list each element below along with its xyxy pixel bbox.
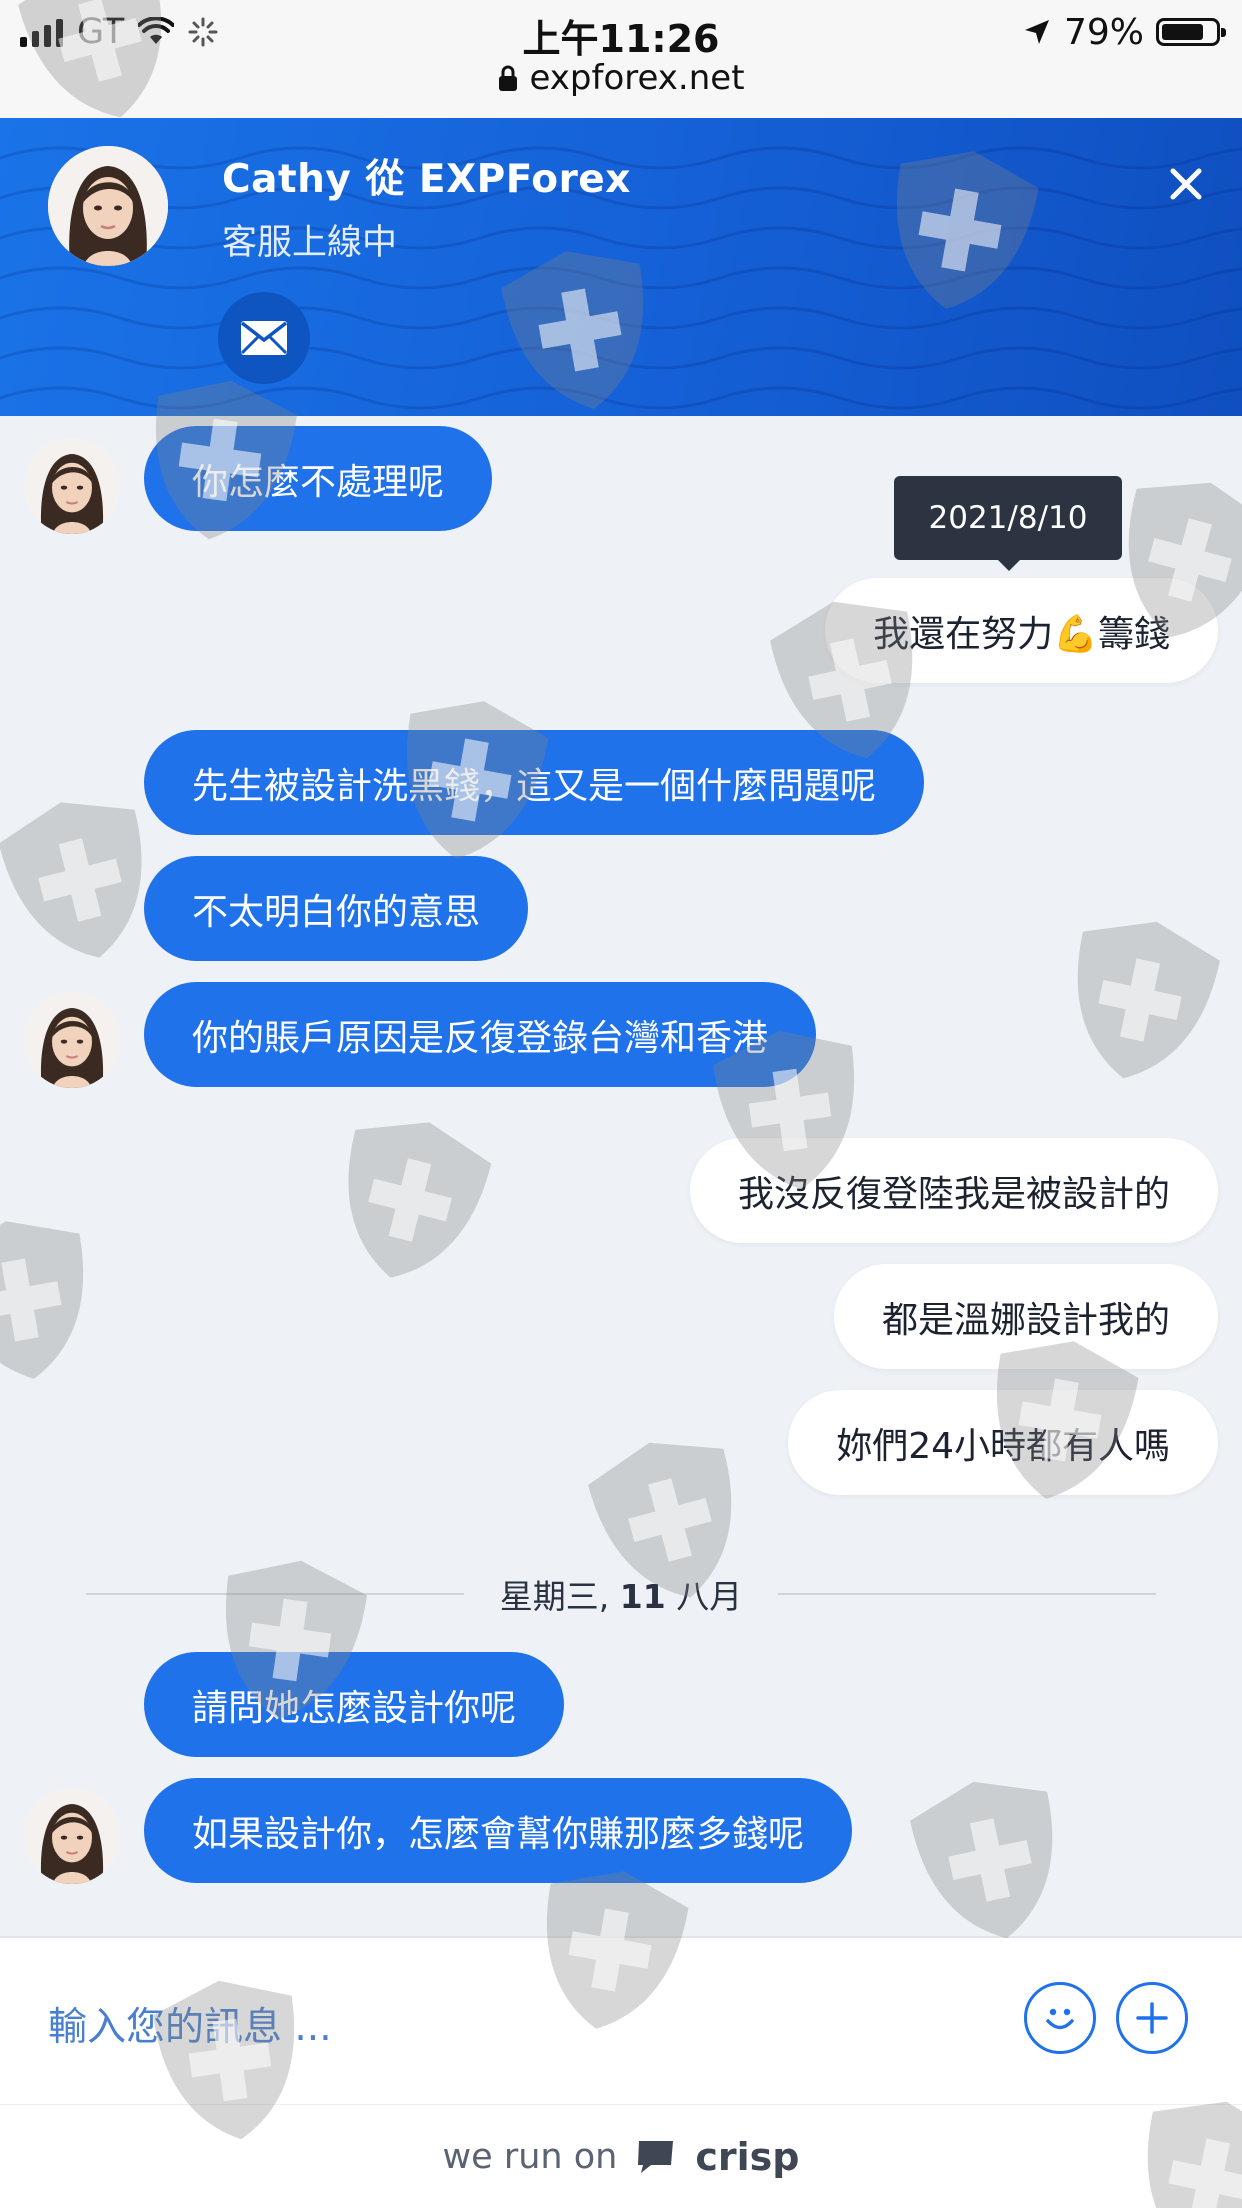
agent-portrait-icon (24, 1788, 120, 1884)
status-right: 79% (1022, 10, 1226, 54)
attach-button[interactable] (1116, 1982, 1188, 2054)
operator-avatar (24, 1788, 120, 1884)
user-message[interactable]: 妳們24小時都有人嗎 (788, 1390, 1218, 1495)
url-text: expforex.net (529, 58, 745, 98)
date-day: 11 (619, 1577, 666, 1616)
operator-avatar (24, 438, 120, 534)
date-month: 八月 (676, 1577, 743, 1616)
agent-avatar (48, 146, 168, 266)
close-chat-button[interactable] (1160, 158, 1212, 210)
battery-fill (1162, 24, 1203, 40)
agent-name: Cathy 從 EXPForex (222, 157, 631, 202)
address-bar[interactable]: expforex.net (0, 58, 1242, 98)
battery-percentage: 79% (1063, 11, 1144, 53)
date-weekday: 星期三, (499, 1577, 610, 1616)
agent-portrait-icon (24, 438, 120, 534)
branding-name: crisp (695, 2135, 800, 2179)
operator-message[interactable]: 先生被設計洗黑錢，這又是一個什麼問題呢 (144, 730, 925, 835)
branding-prefix: we run on (442, 2137, 618, 2177)
user-message[interactable]: 我還在努力💪籌錢 (825, 578, 1218, 683)
smiley-icon (1046, 2008, 1074, 2030)
operator-message[interactable]: 你的賬戶原因是反復登錄台灣和香港 (144, 982, 817, 1087)
emoji-button[interactable] (1024, 1982, 1096, 2054)
envelope-icon (240, 321, 288, 355)
close-icon (1170, 168, 1202, 200)
crisp-logo-icon (638, 2141, 674, 2173)
operator-message[interactable]: 不太明白你的意思 (144, 856, 529, 961)
operator-message[interactable]: 請問她怎麼設計你呢 (144, 1652, 565, 1757)
email-button[interactable] (218, 292, 310, 384)
message-input[interactable]: 輸入您的訊息 ... (48, 1996, 332, 2052)
message-composer: 輸入您的訊息 ... (0, 1936, 1242, 2106)
operator-message[interactable]: 如果設計你，怎麼會幫你賺那麼多錢呢 (144, 1778, 853, 1883)
plus-icon (1136, 2002, 1168, 2034)
chat-header: Cathy 從 EXPForex 客服上線中 (0, 118, 1242, 416)
date-separator: 星期三, 11 八月 (86, 1569, 1156, 1619)
lock-icon (499, 65, 518, 91)
status-bar: GT 上午11:26 79% expforex.net (0, 0, 1242, 119)
user-message[interactable]: 都是溫娜設計我的 (833, 1264, 1218, 1369)
message-date-tooltip: 2021/8/10 (894, 476, 1122, 571)
operator-avatar (24, 992, 120, 1088)
agent-portrait-icon (24, 992, 120, 1088)
date-separator-label: 星期三, 11 八月 (464, 1570, 778, 1618)
battery-icon (1156, 18, 1226, 46)
agent-portrait-icon (48, 146, 168, 266)
message-list[interactable]: 你怎麼不處理呢 2021/8/10 我還在努力💪籌錢 先生被設計洗黑錢，這又是一… (0, 416, 1242, 1936)
separator-line (86, 1593, 464, 1595)
separator-line (778, 1593, 1156, 1595)
crisp-branding[interactable]: we run on crisp (0, 2104, 1242, 2209)
location-arrow-icon (1024, 20, 1049, 44)
agent-status: 客服上線中 (222, 223, 398, 263)
operator-message[interactable]: 你怎麼不處理呢 (144, 426, 493, 531)
user-message[interactable]: 我沒反復登陸我是被設計的 (689, 1138, 1218, 1243)
